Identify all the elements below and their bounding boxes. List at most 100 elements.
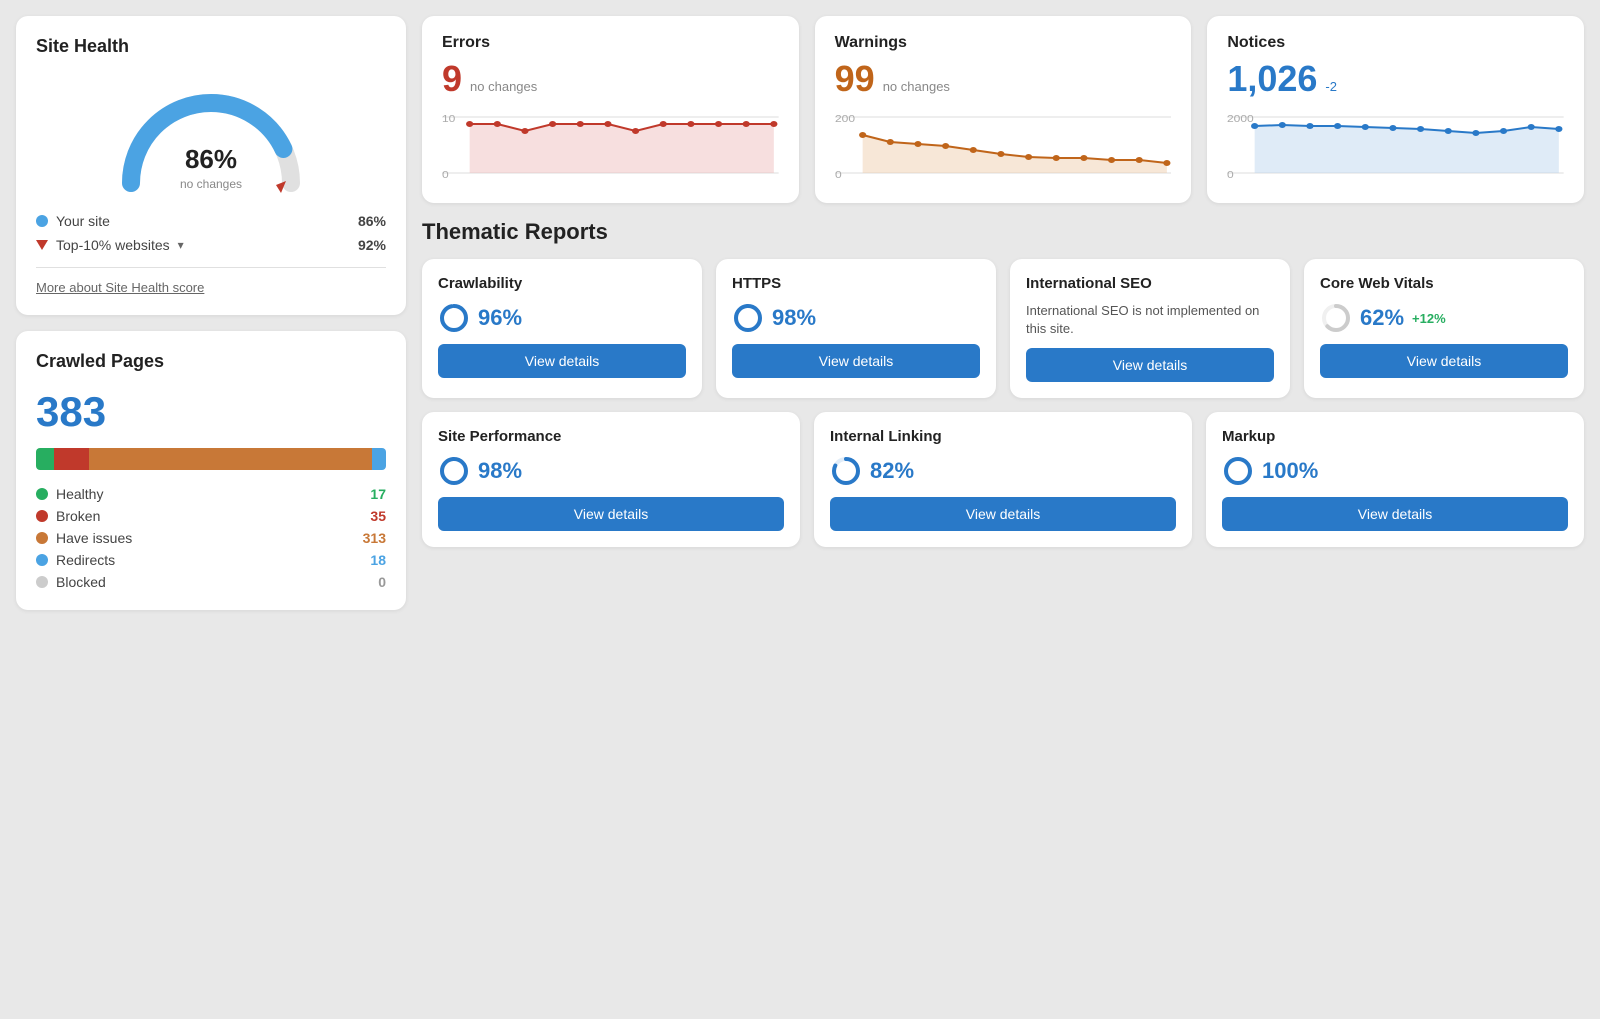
core-web-vitals-score: 62% <box>1360 305 1404 331</box>
https-view-details-button[interactable]: View details <box>732 344 980 378</box>
top10-icon <box>36 240 48 250</box>
errors-card: Errors 9 no changes 10 0 <box>422 16 799 203</box>
internal-linking-score-row: 82% <box>830 455 1176 487</box>
https-card: HTTPS 98% View details <box>716 259 996 398</box>
errors-chart: 10 0 <box>442 110 779 180</box>
crawlability-title: Crawlability <box>438 275 686 292</box>
bar-issues <box>89 448 373 470</box>
redirects-dot <box>36 554 48 566</box>
legend-redirects: Redirects 18 <box>36 552 386 568</box>
gauge-percent: 86% <box>180 144 242 175</box>
warnings-chart: 200 0 <box>835 110 1172 180</box>
crawlability-score-row: 96% <box>438 302 686 334</box>
legend-broken: Broken 35 <box>36 508 386 524</box>
internal-linking-title: Internal Linking <box>830 428 1176 445</box>
healthy-dot <box>36 488 48 500</box>
international-seo-note: International SEO is not implemented on … <box>1026 302 1274 338</box>
crawled-pages-card: Crawled Pages 383 Healthy 17 <box>16 331 406 610</box>
legend-blocked: Blocked 0 <box>36 574 386 590</box>
crawlability-view-details-button[interactable]: View details <box>438 344 686 378</box>
legend-top10[interactable]: Top-10% websites ▾ 92% <box>36 237 386 253</box>
gauge-subtext: no changes <box>180 177 242 191</box>
warnings-value: 99 <box>835 58 875 100</box>
notices-value: 1,026 <box>1227 58 1317 100</box>
site-performance-ring-icon <box>438 455 470 487</box>
pages-count: 383 <box>36 388 386 436</box>
site-performance-score: 98% <box>478 458 522 484</box>
redirects-value: 18 <box>370 552 386 568</box>
bar-broken <box>54 448 89 470</box>
top10-label: Top-10% websites <box>56 237 170 253</box>
legend-healthy: Healthy 17 <box>36 486 386 502</box>
thematic-reports-title: Thematic Reports <box>422 219 1584 245</box>
https-score-row: 98% <box>732 302 980 334</box>
crawlability-ring-icon <box>438 302 470 334</box>
svg-text:2000: 2000 <box>1227 114 1254 125</box>
top10-chevron[interactable]: ▾ <box>178 238 184 252</box>
blocked-label: Blocked <box>56 574 106 590</box>
svg-text:0: 0 <box>835 170 842 180</box>
warnings-value-row: 99 no changes <box>835 58 1172 100</box>
your-site-dot <box>36 215 48 227</box>
notices-card: Notices 1,026 -2 2000 0 <box>1207 16 1584 203</box>
stacked-bar <box>36 448 386 470</box>
site-performance-card: Site Performance 98% View details <box>422 412 800 547</box>
markup-title: Markup <box>1222 428 1568 445</box>
core-web-vitals-title: Core Web Vitals <box>1320 275 1568 292</box>
core-web-vitals-ring-icon <box>1320 302 1352 334</box>
thematic-reports-section: Thematic Reports Crawlability 96% View d… <box>422 219 1584 547</box>
international-seo-title: International SEO <box>1026 275 1274 292</box>
crawled-pages-title: Crawled Pages <box>36 351 386 372</box>
bar-healthy <box>36 448 54 470</box>
notices-label: Notices <box>1227 34 1564 52</box>
dashboard: Site Health 86% no changes <box>16 16 1584 610</box>
markup-view-details-button[interactable]: View details <box>1222 497 1568 531</box>
legend-issues: Have issues 313 <box>36 530 386 546</box>
crawlability-card: Crawlability 96% View details <box>422 259 702 398</box>
core-web-vitals-card: Core Web Vitals 62% +12% View details <box>1304 259 1584 398</box>
core-web-vitals-view-details-button[interactable]: View details <box>1320 344 1568 378</box>
right-column: Errors 9 no changes 10 0 <box>422 16 1584 610</box>
notices-value-row: 1,026 -2 <box>1227 58 1564 100</box>
internal-linking-view-details-button[interactable]: View details <box>830 497 1176 531</box>
errors-value: 9 <box>442 58 462 100</box>
your-site-label: Your site <box>56 213 110 229</box>
international-seo-card: International SEO International SEO is n… <box>1010 259 1290 398</box>
errors-change: no changes <box>470 79 537 94</box>
warnings-label: Warnings <box>835 34 1172 52</box>
stats-row: Errors 9 no changes 10 0 <box>422 16 1584 203</box>
international-seo-view-details-button[interactable]: View details <box>1026 348 1274 382</box>
svg-text:10: 10 <box>442 114 455 125</box>
broken-value: 35 <box>370 508 386 524</box>
top10-value: 92% <box>358 237 386 253</box>
more-link[interactable]: More about Site Health score <box>36 267 386 295</box>
markup-ring-icon <box>1222 455 1254 487</box>
markup-score: 100% <box>1262 458 1318 484</box>
redirects-label: Redirects <box>56 552 115 568</box>
gauge-container: 86% no changes <box>36 73 386 193</box>
broken-dot <box>36 510 48 522</box>
reports-row2: Site Performance 98% View details Intern… <box>422 412 1584 547</box>
notices-change: -2 <box>1325 79 1337 94</box>
left-column: Site Health 86% no changes <box>16 16 406 610</box>
crawlability-score: 96% <box>478 305 522 331</box>
internal-linking-ring-icon <box>830 455 862 487</box>
bar-redirects <box>372 448 386 470</box>
internal-linking-score: 82% <box>870 458 914 484</box>
issues-dot <box>36 532 48 544</box>
healthy-label: Healthy <box>56 486 103 502</box>
internal-linking-card: Internal Linking 82% View details <box>814 412 1192 547</box>
issues-label: Have issues <box>56 530 132 546</box>
blocked-dot <box>36 576 48 588</box>
pages-legend: Healthy 17 Broken 35 Have issues <box>36 486 386 590</box>
issues-value: 313 <box>363 530 386 546</box>
markup-card: Markup 100% View details <box>1206 412 1584 547</box>
site-health-title: Site Health <box>36 36 386 57</box>
notices-chart: 2000 0 <box>1227 110 1564 180</box>
reports-row1: Crawlability 96% View details HTTPS <box>422 259 1584 398</box>
gauge-wrap: 86% no changes <box>111 73 311 193</box>
site-performance-view-details-button[interactable]: View details <box>438 497 784 531</box>
blocked-value: 0 <box>378 574 386 590</box>
svg-text:0: 0 <box>442 170 449 180</box>
site-performance-title: Site Performance <box>438 428 784 445</box>
